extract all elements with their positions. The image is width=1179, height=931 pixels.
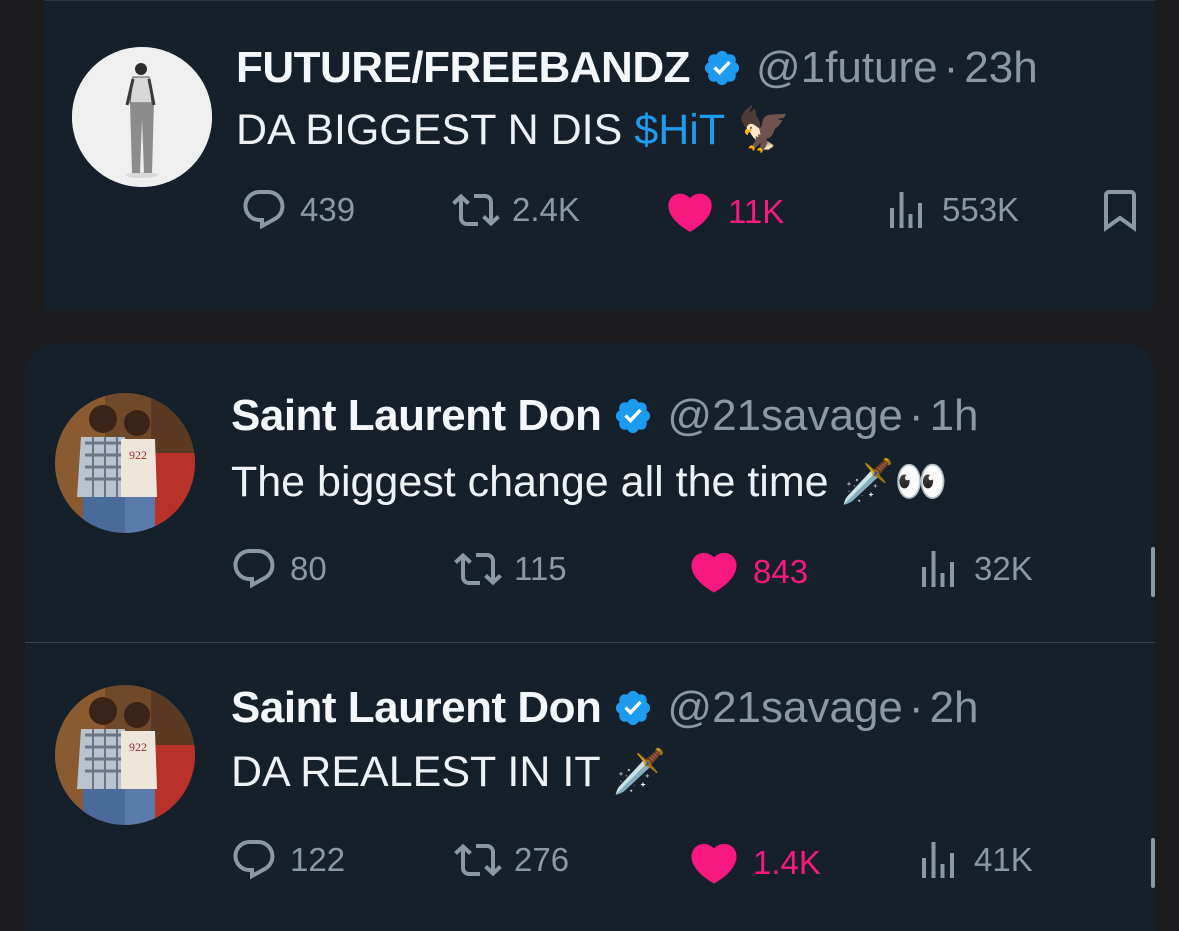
reply-count: 439	[300, 191, 356, 228]
repost-icon	[452, 186, 500, 234]
timestamp[interactable]: 1h	[930, 391, 979, 441]
handle[interactable]: @21savage	[667, 391, 903, 441]
eagle-icon: 🦅	[737, 106, 791, 154]
bookmark-icon[interactable]	[1151, 547, 1155, 597]
tweet[interactable]: 922 Saint Laurent Don @21savage · 1h The…	[25, 343, 1155, 633]
repost-icon	[454, 836, 502, 884]
heart-icon	[687, 545, 741, 599]
bookmark-icon[interactable]	[1151, 838, 1155, 888]
like-button[interactable]: 1.4K	[687, 836, 821, 890]
tweet-header: FUTURE/FREEBANDZ @1future · 23h	[236, 43, 1038, 93]
separator: ·	[908, 391, 924, 440]
handle[interactable]: @21savage	[667, 683, 903, 733]
display-name[interactable]: FUTURE/FREEBANDZ	[236, 43, 690, 93]
view-count: 41K	[974, 841, 1033, 878]
tweet[interactable]: 922 Saint Laurent Don @21savage · 2h DA …	[25, 641, 1155, 931]
reply-button[interactable]: 439	[240, 186, 355, 234]
action-bar: 439 2.4K 11K 553K	[44, 186, 1155, 236]
tweet-text: DA BIGGEST N DIS $HiT 🦅	[236, 105, 791, 155]
avatar-photo-icon	[72, 47, 212, 187]
tweet-text: DA REALEST IN IT 🗡️	[231, 747, 666, 797]
timestamp[interactable]: 23h	[964, 43, 1037, 93]
heart-icon	[687, 836, 741, 890]
display-name[interactable]: Saint Laurent Don	[231, 683, 602, 733]
reply-button[interactable]: 122	[230, 836, 345, 884]
action-bar: 122 276 1.4K 41K	[25, 836, 1155, 888]
reply-icon	[240, 186, 288, 234]
tweet-body: DA BIGGEST N DIS	[236, 105, 623, 154]
repost-button[interactable]: 115	[454, 545, 567, 593]
tweet-text: The biggest change all the time 🗡️👀	[231, 457, 948, 507]
repost-icon	[454, 545, 502, 593]
reply-button[interactable]: 80	[230, 545, 327, 593]
avatar-photo-icon: 922	[55, 393, 195, 533]
repost-count: 276	[514, 841, 570, 878]
display-name[interactable]: Saint Laurent Don	[231, 391, 602, 441]
verified-badge-icon	[613, 688, 653, 728]
cashtag-link[interactable]: $HiT	[634, 106, 725, 155]
timestamp[interactable]: 2h	[930, 683, 979, 733]
reply-icon	[230, 836, 278, 884]
tweet[interactable]: FUTURE/FREEBANDZ @1future · 23h DA BIGGE…	[44, 1, 1155, 291]
avatar[interactable]	[72, 47, 212, 187]
like-count: 1.4K	[753, 844, 821, 881]
views-icon	[882, 186, 930, 234]
tweet-header: Saint Laurent Don @21savage · 1h	[231, 391, 979, 441]
reply-count: 80	[290, 550, 327, 587]
like-count: 843	[753, 553, 809, 590]
tweet-body: DA REALEST IN IT	[231, 747, 601, 796]
repost-count: 115	[514, 550, 567, 587]
repost-count: 2.4K	[512, 191, 580, 228]
repost-button[interactable]: 2.4K	[452, 186, 580, 234]
reply-icon	[230, 545, 278, 593]
verified-badge-icon	[702, 48, 742, 88]
repost-button[interactable]: 276	[454, 836, 569, 884]
separator: ·	[943, 43, 959, 92]
views-icon	[914, 836, 962, 884]
handle[interactable]: @1future	[756, 43, 938, 93]
tweet-card-bottom: 922 Saint Laurent Don @21savage · 1h The…	[25, 343, 1155, 931]
avatar[interactable]: 922	[55, 685, 195, 825]
bookmark-icon[interactable]	[1096, 186, 1144, 234]
reply-count: 122	[290, 841, 346, 878]
tweet-body: The biggest change all the time	[231, 457, 829, 506]
like-button[interactable]: 11K	[664, 186, 784, 238]
like-button[interactable]: 843	[687, 545, 808, 599]
avatar[interactable]: 922	[55, 393, 195, 533]
heart-icon	[664, 186, 716, 238]
views-button[interactable]: 32K	[914, 545, 1033, 593]
dagger-eyes-icon: 🗡️👀	[840, 458, 948, 506]
dagger-icon: 🗡️	[612, 748, 667, 796]
views-button[interactable]: 41K	[914, 836, 1033, 884]
avatar-photo-icon: 922	[55, 685, 195, 825]
view-count: 553K	[942, 191, 1020, 228]
tweet-header: Saint Laurent Don @21savage · 2h	[231, 683, 979, 733]
separator: ·	[908, 683, 924, 732]
action-bar: 80 115 843 32K	[25, 545, 1155, 597]
like-count: 11K	[728, 193, 785, 230]
views-icon	[914, 545, 962, 593]
svg-text:922: 922	[129, 740, 147, 754]
svg-text:922: 922	[129, 448, 147, 462]
view-count: 32K	[974, 550, 1033, 587]
verified-badge-icon	[613, 396, 653, 436]
tweet-card-top: FUTURE/FREEBANDZ @1future · 23h DA BIGGE…	[44, 0, 1155, 311]
views-button[interactable]: 553K	[882, 186, 1019, 234]
